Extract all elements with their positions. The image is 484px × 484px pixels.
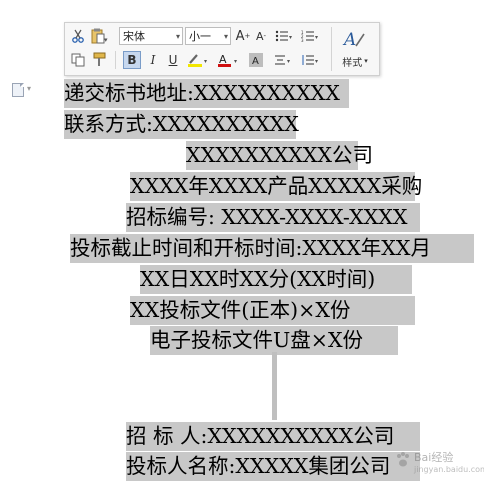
svg-text:3: 3	[301, 38, 304, 42]
numbered-list-icon[interactable]: 1 2 3 ▾	[299, 27, 323, 45]
chevron-down-icon: ▾	[223, 32, 228, 41]
underline-button[interactable]: U	[165, 51, 181, 69]
text-line[interactable]: 投标人名称:XXXXX集团公司	[126, 452, 420, 481]
floating-format-toolbar: ▾ 宋体 ▾ 小一 ▾ A + A- ▾ 1 2 3 ▾ A B I U ▾ A ▾ A ▾ …	[64, 22, 380, 76]
toolbar-divider	[331, 27, 332, 71]
text-line[interactable]: XXXX年XXXX产品XXXXX采购	[130, 172, 422, 201]
highlight-icon[interactable]: ▾	[185, 51, 213, 69]
svg-text:▾: ▾	[204, 58, 207, 65]
font-size-select[interactable]: 小一 ▾	[185, 27, 231, 45]
text-line[interactable]: 招标编号: XXXX-XXXX-XXXX	[126, 203, 420, 232]
svg-text:▾: ▾	[315, 34, 318, 41]
svg-text:▾: ▾	[287, 58, 290, 65]
font-name-select[interactable]: 宋体 ▾	[119, 27, 183, 45]
text-line[interactable]: XX日XX时XX分(XX时间)	[140, 265, 412, 294]
styles-label: 样式	[342, 57, 363, 69]
toolbar-divider	[115, 51, 116, 69]
watermark-url: jingyan.baidu.com	[414, 465, 484, 474]
chevron-down-icon: ▾	[364, 57, 368, 65]
svg-text:▾: ▾	[315, 58, 318, 65]
text-line[interactable]: XX投标文件(正本)×X份	[130, 296, 415, 325]
copy-icon[interactable]	[69, 51, 87, 69]
format-painter-icon[interactable]	[89, 51, 111, 69]
svg-text:A: A	[342, 30, 356, 50]
grow-font-icon[interactable]: A +	[235, 27, 251, 45]
align-center-icon[interactable]: ▾	[271, 51, 295, 69]
watermark: Bai经验 jingyan.baidu.com	[394, 447, 484, 481]
text-line[interactable]: 招 标 人:XXXXXXXXXX公司	[126, 422, 420, 451]
svg-text:▾: ▾	[289, 34, 292, 41]
paste-icon[interactable]: ▾	[89, 27, 111, 45]
svg-text:▾: ▾	[104, 36, 108, 44]
svg-text:▾: ▾	[234, 58, 237, 65]
paw-icon	[397, 452, 409, 467]
text-line[interactable]: 递交标书地址:XXXXXXXXXX	[64, 79, 349, 108]
text-line[interactable]: XXXXXXXXXX公司	[186, 141, 373, 170]
document-icon[interactable]	[12, 83, 24, 97]
watermark-title: Bai经验	[414, 451, 454, 464]
text-line[interactable]: 联系方式:XXXXXXXXXX	[64, 110, 299, 139]
font-size-value: 小一	[189, 30, 211, 43]
chevron-down-icon[interactable]: ▾	[27, 84, 31, 93]
bold-button[interactable]: B	[123, 51, 141, 69]
font-color-icon[interactable]: A ▾	[215, 51, 243, 69]
chevron-down-icon: ▾	[175, 32, 180, 41]
text-line[interactable]: 投标截止时间和开标时间:XXXX年XX月	[70, 234, 474, 263]
bullet-list-icon[interactable]: ▾	[273, 27, 297, 45]
selected-blank-lines[interactable]	[272, 352, 277, 420]
text-line[interactable]: 电子投标文件U盘×X份	[150, 326, 398, 355]
styles-button[interactable]: 样式 ▾	[335, 53, 375, 69]
styles-icon[interactable]: A	[341, 27, 367, 51]
font-name-value: 宋体	[123, 30, 145, 43]
svg-text:A: A	[252, 56, 259, 67]
character-shading-icon[interactable]: A	[247, 51, 265, 69]
shrink-font-icon[interactable]: A-	[253, 27, 269, 45]
italic-button[interactable]: I	[145, 51, 161, 69]
cut-icon[interactable]	[69, 27, 87, 45]
line-spacing-icon[interactable]: ▾	[299, 51, 323, 69]
